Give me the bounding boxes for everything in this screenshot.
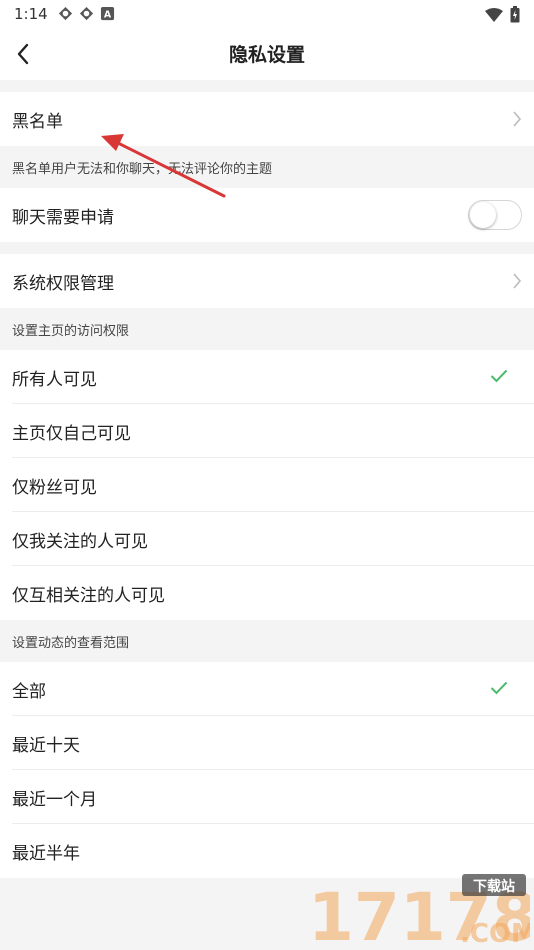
site-watermark-logo: 17178 下载站 .COM (308, 874, 530, 948)
blacklist-description: 黑名单用户无法和你聊天，无法评论你的主题 (0, 146, 534, 188)
homepage-option-label: 主页仅自己可见 (12, 423, 131, 444)
blacklist-row[interactable]: 黑名单 (0, 92, 534, 146)
moments-option-label: 最近一个月 (12, 789, 97, 810)
svg-text:下载站: 下载站 (473, 878, 515, 895)
status-time: 1:14 (14, 5, 48, 23)
status-bar: 1:14 A (0, 0, 534, 28)
app-notification-icon (58, 6, 73, 21)
svg-text:.COM: .COM (460, 919, 530, 948)
toggle-knob (470, 202, 496, 228)
moments-option-row[interactable]: 全部 (0, 662, 534, 716)
homepage-visibility-section-title: 设置主页的访问权限 (0, 308, 534, 350)
moments-option-row[interactable]: 最近一个月 (0, 770, 534, 824)
system-permissions-label: 系统权限管理 (12, 273, 114, 294)
moments-range-section-title: 设置动态的查看范围 (0, 620, 534, 662)
app-notification-icon (79, 6, 94, 21)
spacer (0, 80, 534, 92)
blacklist-label: 黑名单 (12, 111, 63, 132)
system-permissions-row[interactable]: 系统权限管理 (0, 254, 534, 308)
moments-option-label: 全部 (12, 681, 46, 702)
wifi-icon (485, 7, 503, 22)
homepage-option-label: 仅互相关注的人可见 (12, 585, 165, 606)
chat-request-toggle[interactable] (468, 200, 522, 230)
chevron-right-icon (513, 111, 522, 127)
status-notification-icons: A (58, 6, 115, 21)
app-bar: 隐私设置 (0, 28, 534, 80)
checkmark-icon (490, 369, 508, 383)
moments-option-label: 最近半年 (12, 843, 80, 864)
moments-option-label: 最近十天 (12, 735, 80, 756)
checkmark-icon (490, 681, 508, 695)
homepage-option-label: 仅我关注的人可见 (12, 531, 148, 552)
moments-option-row[interactable]: 最近十天 (0, 716, 534, 770)
page-title: 隐私设置 (228, 44, 305, 66)
homepage-option-row[interactable]: 仅互相关注的人可见 (0, 566, 534, 620)
spacer (0, 242, 534, 254)
homepage-option-row[interactable]: 所有人可见 (0, 350, 534, 404)
battery-icon (510, 6, 520, 23)
homepage-option-label: 仅粉丝可见 (12, 477, 97, 498)
chat-request-row: 聊天需要申请 (0, 188, 534, 242)
svg-text:A: A (104, 9, 112, 20)
chat-request-label: 聊天需要申请 (12, 207, 114, 228)
chevron-right-icon (513, 273, 522, 289)
homepage-option-row[interactable]: 主页仅自己可见 (0, 404, 534, 458)
letter-badge-icon: A (100, 6, 115, 20)
homepage-option-row[interactable]: 仅粉丝可见 (0, 458, 534, 512)
homepage-option-row[interactable]: 仅我关注的人可见 (0, 512, 534, 566)
homepage-option-label: 所有人可见 (12, 369, 97, 390)
status-system-icons (484, 6, 520, 23)
